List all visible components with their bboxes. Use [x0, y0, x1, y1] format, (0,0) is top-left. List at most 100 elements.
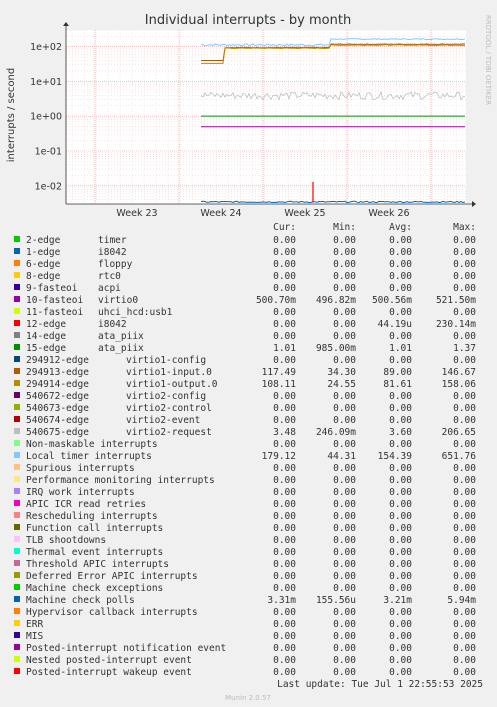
legend-value-cur: 0.00: [273, 463, 296, 474]
legend-value-avg: 0.00: [389, 487, 412, 498]
legend-value-cur: 0.00: [273, 667, 296, 678]
legend-value-cur: 0.00: [273, 499, 296, 510]
legend-swatch: [14, 416, 20, 422]
legend-swatch: [14, 632, 20, 638]
legend-value-cur: 0.00: [273, 571, 296, 582]
legend-series-name: IRQ work interrupts: [26, 487, 135, 498]
legend-value-min: 0.00: [333, 307, 356, 318]
legend-series-name: 294913-edge: [26, 367, 89, 378]
legend-value-max: 0.00: [453, 355, 476, 366]
legend-value-max: 0.00: [453, 475, 476, 486]
legend-value-min: 0.00: [333, 475, 356, 486]
legend-value-min: 0.00: [333, 583, 356, 594]
legend-swatch: [14, 668, 20, 674]
legend-value-cur: 3.31m: [267, 595, 296, 606]
x-tick-label: Week 23: [116, 208, 157, 219]
legend-swatch: [14, 356, 20, 362]
legend-value-cur: 0.00: [273, 307, 296, 318]
legend-column-header: Cur:: [273, 222, 296, 233]
legend-swatch: [14, 380, 20, 386]
legend-series-device: virtio2-request: [126, 427, 212, 438]
legend-series-name: MIS: [26, 631, 43, 642]
legend-series-device: virtio2-event: [126, 415, 200, 426]
legend-column-header: Min:: [333, 222, 356, 233]
legend-swatch: [14, 320, 20, 326]
y-tick-label: 1e+02: [30, 42, 62, 53]
legend-value-avg: 0.00: [389, 583, 412, 594]
legend-swatch: [14, 440, 20, 446]
legend-series-name: 2-edge: [26, 235, 61, 246]
legend-series-name: Posted-interrupt notification event: [26, 643, 226, 654]
legend-value-max: 0.00: [453, 463, 476, 474]
legend-value-min: 155.56u: [316, 595, 356, 606]
legend-value-min: 0.00: [333, 667, 356, 678]
legend-series-name: Local timer interrupts: [26, 451, 152, 462]
legend-swatch: [14, 344, 20, 350]
chart-title: Individual interrupts - by month: [145, 13, 351, 28]
legend-value-max: 0.00: [453, 511, 476, 522]
legend-value-min: 0.00: [333, 523, 356, 534]
legend-value-cur: 0.00: [273, 319, 296, 330]
plot-area: 1e+02 1e+01 1e+00 1e-01 1e-02 Week 23 Week 24 W…: [30, 22, 476, 219]
rrdtool-side-label: RRDTOOL / TOBI OETIKER: [484, 15, 492, 105]
legend-value-min: 0.00: [333, 619, 356, 630]
y-axis-label: interrupts / second: [6, 68, 17, 162]
munin-version-footer: Munin 2.0.57: [225, 694, 271, 702]
legend-value-avg: 0.00: [389, 415, 412, 426]
legend-series-name: Deferred Error APIC interrupts: [26, 571, 198, 582]
legend-value-cur: 0.00: [273, 535, 296, 546]
legend-value-max: 0.00: [453, 571, 476, 582]
legend-value-min: 0.00: [333, 355, 356, 366]
legend-series-name: Machine check exceptions: [26, 583, 163, 594]
legend-series-name: Hypervisor callback interrupts: [26, 607, 198, 618]
legend-value-min: 0.00: [333, 247, 356, 258]
legend-series-name: Performance monitoring interrupts: [26, 475, 215, 486]
legend-value-min: 0.00: [333, 631, 356, 642]
legend-value-min: 44.31: [327, 451, 356, 462]
plot-background: [66, 30, 466, 204]
legend-value-max: 0.00: [453, 619, 476, 630]
legend-value-max: 521.50m: [436, 295, 476, 306]
legend-value-avg: 0.00: [389, 475, 412, 486]
legend-swatch: [14, 620, 20, 626]
legend-value-avg: 0.00: [389, 559, 412, 570]
legend-series-device: uhci_hcd:usb1: [98, 307, 173, 318]
legend-value-cur: 500.70m: [256, 295, 296, 306]
legend-value-max: 0.00: [453, 643, 476, 654]
legend-value-cur: 0.00: [273, 403, 296, 414]
legend-swatch: [14, 524, 20, 530]
legend-swatch: [14, 572, 20, 578]
legend-value-avg: 0.00: [389, 547, 412, 558]
legend-value-min: 0.00: [333, 643, 356, 654]
legend-value-avg: 0.00: [389, 535, 412, 546]
legend-swatch: [14, 536, 20, 542]
legend-series-name: TLB shootdowns: [26, 535, 106, 546]
legend-value-cur: 0.00: [273, 355, 296, 366]
legend-value-min: 246.09m: [316, 427, 356, 438]
y-tick-label: 1e-01: [35, 147, 62, 158]
legend-value-avg: 0.00: [389, 667, 412, 678]
legend-series-device: virtio1-input.0: [126, 367, 212, 378]
legend-value-cur: 0.00: [273, 619, 296, 630]
legend-value-max: 0.00: [453, 403, 476, 414]
legend-swatch: [14, 404, 20, 410]
legend-value-cur: 0.00: [273, 547, 296, 558]
legend-swatch: [14, 236, 20, 242]
legend-series-name: 15-edge: [26, 343, 66, 354]
legend-value-max: 1.37: [453, 343, 476, 354]
legend-value-cur: 0.00: [273, 583, 296, 594]
legend-swatch: [14, 608, 20, 614]
legend-value-avg: 3.60: [389, 427, 412, 438]
legend-series-name: ERR: [26, 619, 43, 630]
legend-value-avg: 1.01: [389, 343, 412, 354]
legend-swatch: [14, 392, 20, 398]
legend-value-min: 0.00: [333, 487, 356, 498]
legend-value-max: 0.00: [453, 499, 476, 510]
legend-value-avg: 0.00: [389, 511, 412, 522]
legend-value-avg: 500.56m: [372, 295, 412, 306]
legend-series-device: rtc0: [98, 271, 121, 282]
legend-series-name: 294912-edge: [26, 355, 89, 366]
legend-value-cur: 0.00: [273, 247, 296, 258]
legend-value-max: 0.00: [453, 547, 476, 558]
legend-series-name: Non-maskable interrupts: [26, 439, 158, 450]
